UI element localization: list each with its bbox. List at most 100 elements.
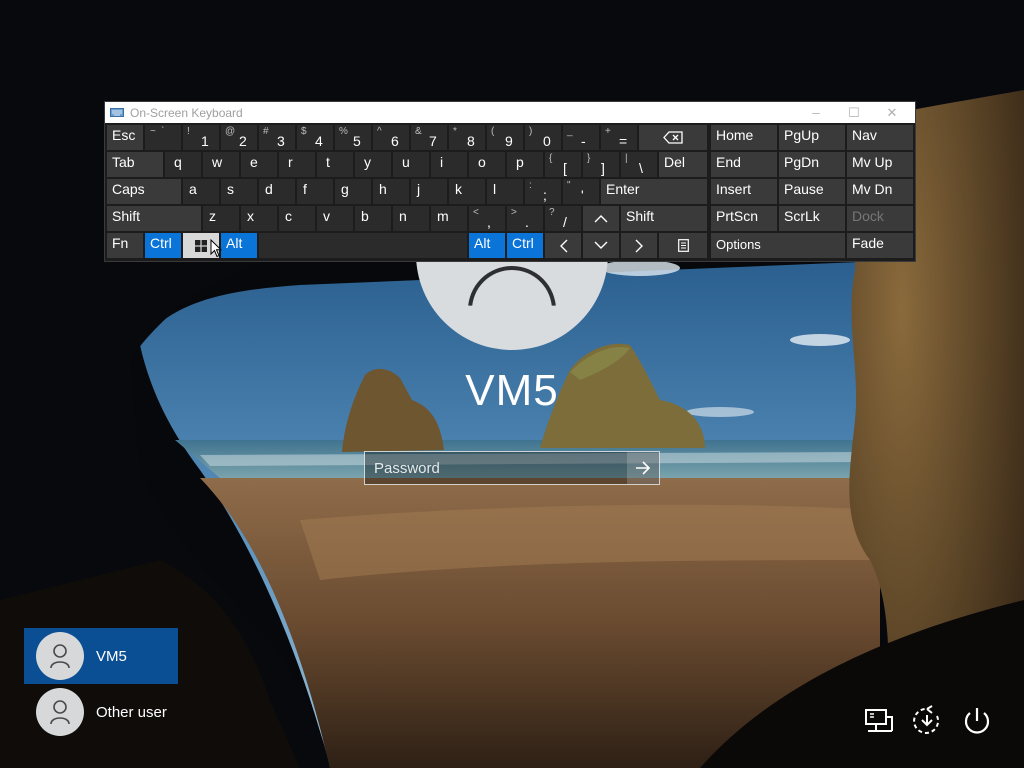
key-7[interactable]: & 7	[411, 125, 447, 150]
close-button[interactable]: ✕	[873, 102, 911, 123]
key-pgup[interactable]: PgUp	[779, 125, 845, 150]
key-e[interactable]: e	[241, 152, 277, 177]
key-shift-right[interactable]: Shift	[621, 206, 707, 231]
key-d[interactable]: d	[259, 179, 295, 204]
key-y[interactable]: y	[355, 152, 391, 177]
key-mv-dn[interactable]: Mv Dn	[847, 179, 913, 204]
key-a[interactable]: a	[183, 179, 219, 204]
key-nav[interactable]: Nav	[847, 125, 913, 150]
key-del[interactable]: Del	[659, 152, 707, 177]
maximize-button[interactable]: ☐	[835, 102, 873, 123]
key-menu[interactable]	[659, 233, 707, 258]
ease-of-access-icon[interactable]	[910, 704, 944, 738]
key-o[interactable]: o	[469, 152, 505, 177]
key-dock: Dock	[847, 206, 913, 231]
key-h[interactable]: h	[373, 179, 409, 204]
key-arrow-down[interactable]	[583, 233, 619, 258]
key-space[interactable]	[259, 233, 467, 258]
key-r[interactable]: r	[279, 152, 315, 177]
network-icon[interactable]	[862, 704, 896, 738]
key-pgdn[interactable]: PgDn	[779, 152, 845, 177]
key-backspace[interactable]	[639, 125, 707, 150]
key-pause[interactable]: Pause	[779, 179, 845, 204]
key-alt-right[interactable]: Alt	[469, 233, 505, 258]
key-x[interactable]: x	[241, 206, 277, 231]
key-9[interactable]: (9	[487, 125, 523, 150]
password-input[interactable]	[365, 452, 627, 484]
key-fade[interactable]: Fade	[847, 233, 913, 258]
key-semicolon[interactable]: :;	[525, 179, 561, 204]
key-q[interactable]: q	[165, 152, 201, 177]
key-c[interactable]: c	[279, 206, 315, 231]
key-mv-up[interactable]: Mv Up	[847, 152, 913, 177]
key-t[interactable]: t	[317, 152, 353, 177]
key-0[interactable]: ) 0	[525, 125, 561, 150]
key-tilde[interactable]: ~ `	[145, 125, 181, 150]
key-left-bracket[interactable]: {[	[545, 152, 581, 177]
key-3[interactable]: #3	[259, 125, 295, 150]
key-u[interactable]: u	[393, 152, 429, 177]
key-scrlk[interactable]: ScrLk	[779, 206, 845, 231]
minimize-button[interactable]: –	[797, 102, 835, 123]
key-backslash[interactable]: | \	[621, 152, 657, 177]
key-l[interactable]: l	[487, 179, 523, 204]
arrow-left-icon	[559, 239, 567, 252]
key-i[interactable]: i	[431, 152, 467, 177]
user-tile-vm5[interactable]: VM5	[24, 628, 178, 684]
key-right-bracket[interactable]: }]	[583, 152, 619, 177]
key-z[interactable]: z	[203, 206, 239, 231]
key-enter[interactable]: Enter	[601, 179, 707, 204]
key-j[interactable]: j	[411, 179, 447, 204]
key-period[interactable]: >.	[507, 206, 543, 231]
key-1[interactable]: ! 1	[183, 125, 219, 150]
osk-titlebar[interactable]: On-Screen Keyboard – ☐ ✕	[105, 102, 915, 123]
keyboard-icon	[110, 108, 124, 117]
key-p[interactable]: p	[507, 152, 543, 177]
power-icon[interactable]	[960, 704, 994, 738]
key-2[interactable]: @2	[221, 125, 257, 150]
key-ctrl-left[interactable]: Ctrl	[145, 233, 181, 258]
mouse-cursor-icon	[210, 239, 222, 258]
key-minus[interactable]: _ -	[563, 125, 599, 150]
key-slash[interactable]: ? /	[545, 206, 581, 231]
osk-keys: Esc ~ ` ! 1 @2 #3 $4 % 5 ^ 6 & 7 * 8 (9 ) 0 _ - …	[105, 123, 915, 261]
key-4[interactable]: $4	[297, 125, 333, 150]
key-n[interactable]: n	[393, 206, 429, 231]
user-icon	[36, 688, 84, 736]
key-alt-left[interactable]: Alt	[221, 233, 257, 258]
key-ctrl-right[interactable]: Ctrl	[507, 233, 543, 258]
key-b[interactable]: b	[355, 206, 391, 231]
key-equals[interactable]: + =	[601, 125, 637, 150]
key-k[interactable]: k	[449, 179, 485, 204]
key-insert[interactable]: Insert	[711, 179, 777, 204]
key-s[interactable]: s	[221, 179, 257, 204]
osk-title: On-Screen Keyboard	[130, 105, 243, 120]
key-g[interactable]: g	[335, 179, 371, 204]
key-w[interactable]: w	[203, 152, 239, 177]
windows-icon	[195, 239, 207, 252]
key-end[interactable]: End	[711, 152, 777, 177]
key-tab[interactable]: Tab	[107, 152, 163, 177]
key-quote[interactable]: " '	[563, 179, 599, 204]
key-m[interactable]: m	[431, 206, 467, 231]
key-arrow-left[interactable]	[545, 233, 581, 258]
key-arrow-right[interactable]	[621, 233, 657, 258]
key-comma[interactable]: <,	[469, 206, 505, 231]
password-field[interactable]	[364, 451, 660, 485]
key-shift-left[interactable]: Shift	[107, 206, 201, 231]
key-5[interactable]: % 5	[335, 125, 371, 150]
key-home[interactable]: Home	[711, 125, 777, 150]
arrow-right-icon	[635, 239, 643, 252]
key-8[interactable]: * 8	[449, 125, 485, 150]
key-arrow-up[interactable]	[583, 206, 619, 231]
key-caps[interactable]: Caps	[107, 179, 181, 204]
submit-arrow-icon[interactable]	[627, 452, 659, 484]
key-fn[interactable]: Fn	[107, 233, 143, 258]
key-v[interactable]: v	[317, 206, 353, 231]
key-f[interactable]: f	[297, 179, 333, 204]
key-esc[interactable]: Esc	[107, 125, 143, 150]
key-6[interactable]: ^ 6	[373, 125, 409, 150]
options-button[interactable]: Options	[711, 233, 845, 258]
key-prtscn[interactable]: PrtScn	[711, 206, 777, 231]
user-tile-other-user[interactable]: Other user	[24, 684, 178, 740]
